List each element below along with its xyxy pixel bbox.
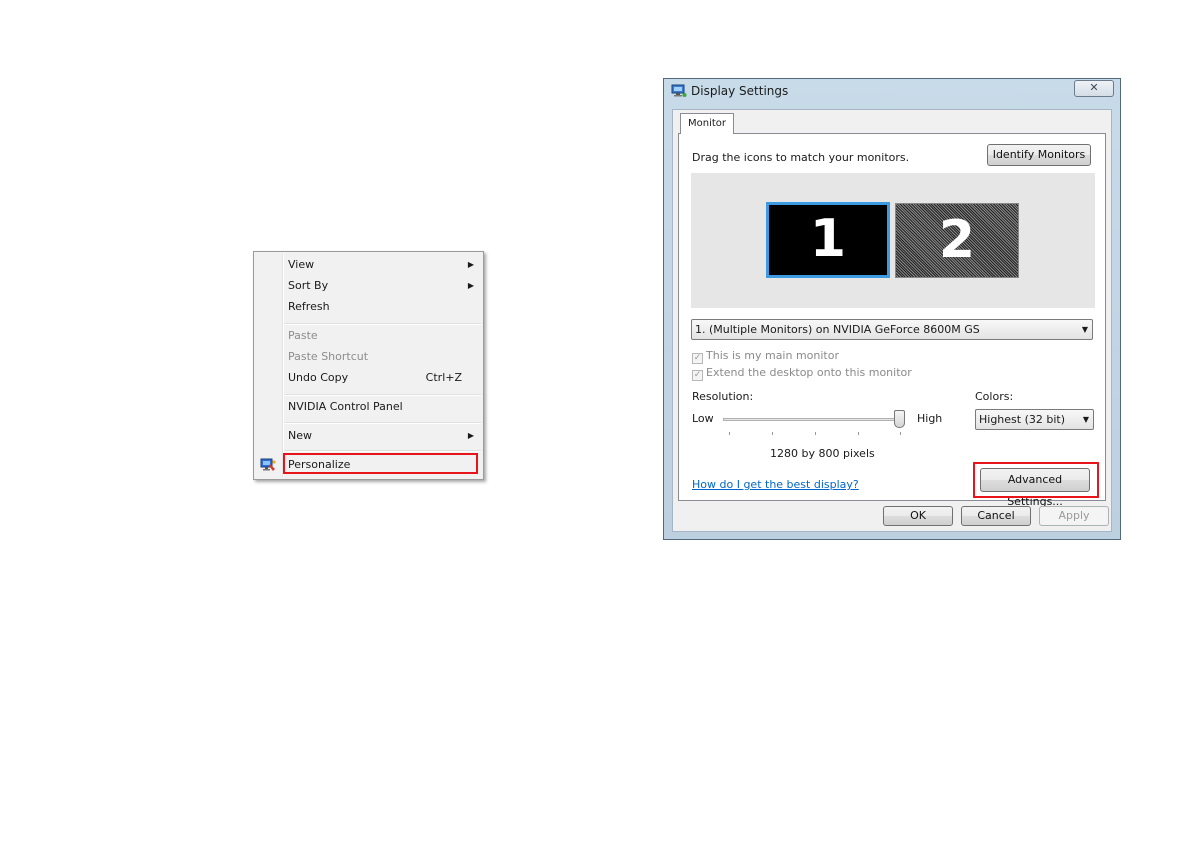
menu-item-label: View bbox=[288, 258, 315, 271]
apply-button: Apply bbox=[1039, 506, 1109, 526]
resolution-slider-track[interactable] bbox=[723, 418, 903, 421]
colors-label: Colors: bbox=[975, 390, 1014, 403]
menu-item-paste-shortcut: Paste Shortcut bbox=[287, 347, 479, 367]
slider-tick bbox=[772, 432, 773, 435]
red-highlight-box bbox=[283, 453, 478, 474]
checkbox-label: This is my main monitor bbox=[706, 349, 839, 362]
menu-item-view[interactable]: View ▶ bbox=[287, 255, 479, 275]
monitor-2-icon[interactable]: 2 bbox=[895, 203, 1019, 278]
desktop-context-menu: View ▶ Sort By ▶ Refresh Paste Paste Sho… bbox=[253, 251, 484, 480]
menu-item-refresh[interactable]: Refresh bbox=[287, 297, 479, 317]
menu-item-label: Refresh bbox=[288, 300, 330, 313]
extend-desktop-checkbox: ✓ Extend the desktop onto this monitor bbox=[692, 366, 912, 381]
close-button[interactable]: ✕ bbox=[1074, 80, 1114, 97]
menu-item-paste: Paste bbox=[287, 326, 479, 346]
slider-tick bbox=[900, 432, 901, 435]
resolution-high-label: High bbox=[917, 412, 943, 425]
personalize-icon bbox=[260, 458, 276, 471]
resolution-label: Resolution: bbox=[692, 390, 754, 403]
slider-tick bbox=[815, 432, 816, 435]
drag-instructions: Drag the icons to match your monitors. bbox=[692, 151, 910, 164]
display-select[interactable]: 1. (Multiple Monitors) on NVIDIA GeForce… bbox=[691, 319, 1093, 340]
menu-item-label: Paste Shortcut bbox=[288, 350, 369, 363]
slider-tick bbox=[729, 432, 730, 435]
identify-monitors-button[interactable]: Identify Monitors bbox=[987, 144, 1091, 166]
colors-select-value: Highest (32 bit) bbox=[979, 413, 1066, 426]
menu-item-label: Undo Copy bbox=[288, 371, 349, 384]
resolution-slider-thumb[interactable] bbox=[894, 410, 905, 428]
menu-item-new[interactable]: New ▶ bbox=[287, 426, 479, 446]
monitor-1-icon[interactable]: 1 bbox=[766, 202, 890, 278]
ok-button[interactable]: OK bbox=[883, 506, 953, 526]
submenu-arrow-icon: ▶ bbox=[467, 281, 474, 290]
display-select-value: 1. (Multiple Monitors) on NVIDIA GeForce… bbox=[695, 323, 980, 336]
dropdown-arrow-icon: ▼ bbox=[1081, 325, 1088, 334]
red-highlight-box bbox=[973, 462, 1099, 498]
submenu-arrow-icon: ▶ bbox=[467, 431, 474, 440]
title-bar[interactable]: Display Settings ✕ bbox=[664, 79, 1120, 105]
tab-monitor[interactable]: Monitor bbox=[680, 113, 734, 134]
dropdown-arrow-icon: ▼ bbox=[1082, 415, 1089, 424]
checkbox-check-icon: ✓ bbox=[692, 353, 703, 364]
monitor-tab-panel: Drag the icons to match your monitors. I… bbox=[678, 133, 1106, 508]
monitor-arrangement-area: 1 2 bbox=[691, 173, 1095, 308]
menu-item-label: NVIDIA Control Panel bbox=[288, 400, 403, 413]
checkbox-label: Extend the desktop onto this monitor bbox=[706, 366, 912, 379]
submenu-arrow-icon: ▶ bbox=[467, 260, 474, 269]
cancel-button[interactable]: Cancel bbox=[961, 506, 1031, 526]
menu-separator bbox=[285, 450, 481, 452]
main-monitor-checkbox: ✓ This is my main monitor bbox=[692, 349, 839, 364]
menu-item-label: New bbox=[288, 429, 312, 442]
menu-separator bbox=[285, 323, 481, 325]
menu-separator bbox=[285, 422, 481, 424]
best-display-help-link[interactable]: How do I get the best display? bbox=[692, 478, 859, 491]
slider-tick bbox=[858, 432, 859, 435]
dialog-title: Display Settings bbox=[691, 84, 789, 98]
menu-item-undo-copy[interactable]: Undo Copy Ctrl+Z bbox=[287, 368, 479, 388]
close-icon: ✕ bbox=[1089, 81, 1099, 94]
menu-item-sort-by[interactable]: Sort By ▶ bbox=[287, 276, 479, 296]
menu-item-nvidia-control-panel[interactable]: NVIDIA Control Panel bbox=[287, 397, 479, 417]
display-settings-icon bbox=[671, 84, 687, 97]
menu-item-label: Sort By bbox=[288, 279, 329, 292]
menu-item-label: Paste bbox=[288, 329, 318, 342]
resolution-low-label: Low bbox=[692, 412, 714, 425]
menu-separator bbox=[285, 394, 481, 396]
display-settings-dialog: Display Settings ✕ Monitor Drag the icon… bbox=[663, 78, 1121, 540]
dialog-body: Monitor Drag the icons to match your mon… bbox=[672, 109, 1112, 532]
resolution-value: 1280 by 800 pixels bbox=[770, 447, 875, 460]
menu-item-shortcut: Ctrl+Z bbox=[425, 371, 462, 384]
colors-select[interactable]: Highest (32 bit) ▼ bbox=[975, 409, 1094, 430]
menu-gutter bbox=[282, 254, 284, 477]
checkbox-check-icon: ✓ bbox=[692, 370, 703, 381]
